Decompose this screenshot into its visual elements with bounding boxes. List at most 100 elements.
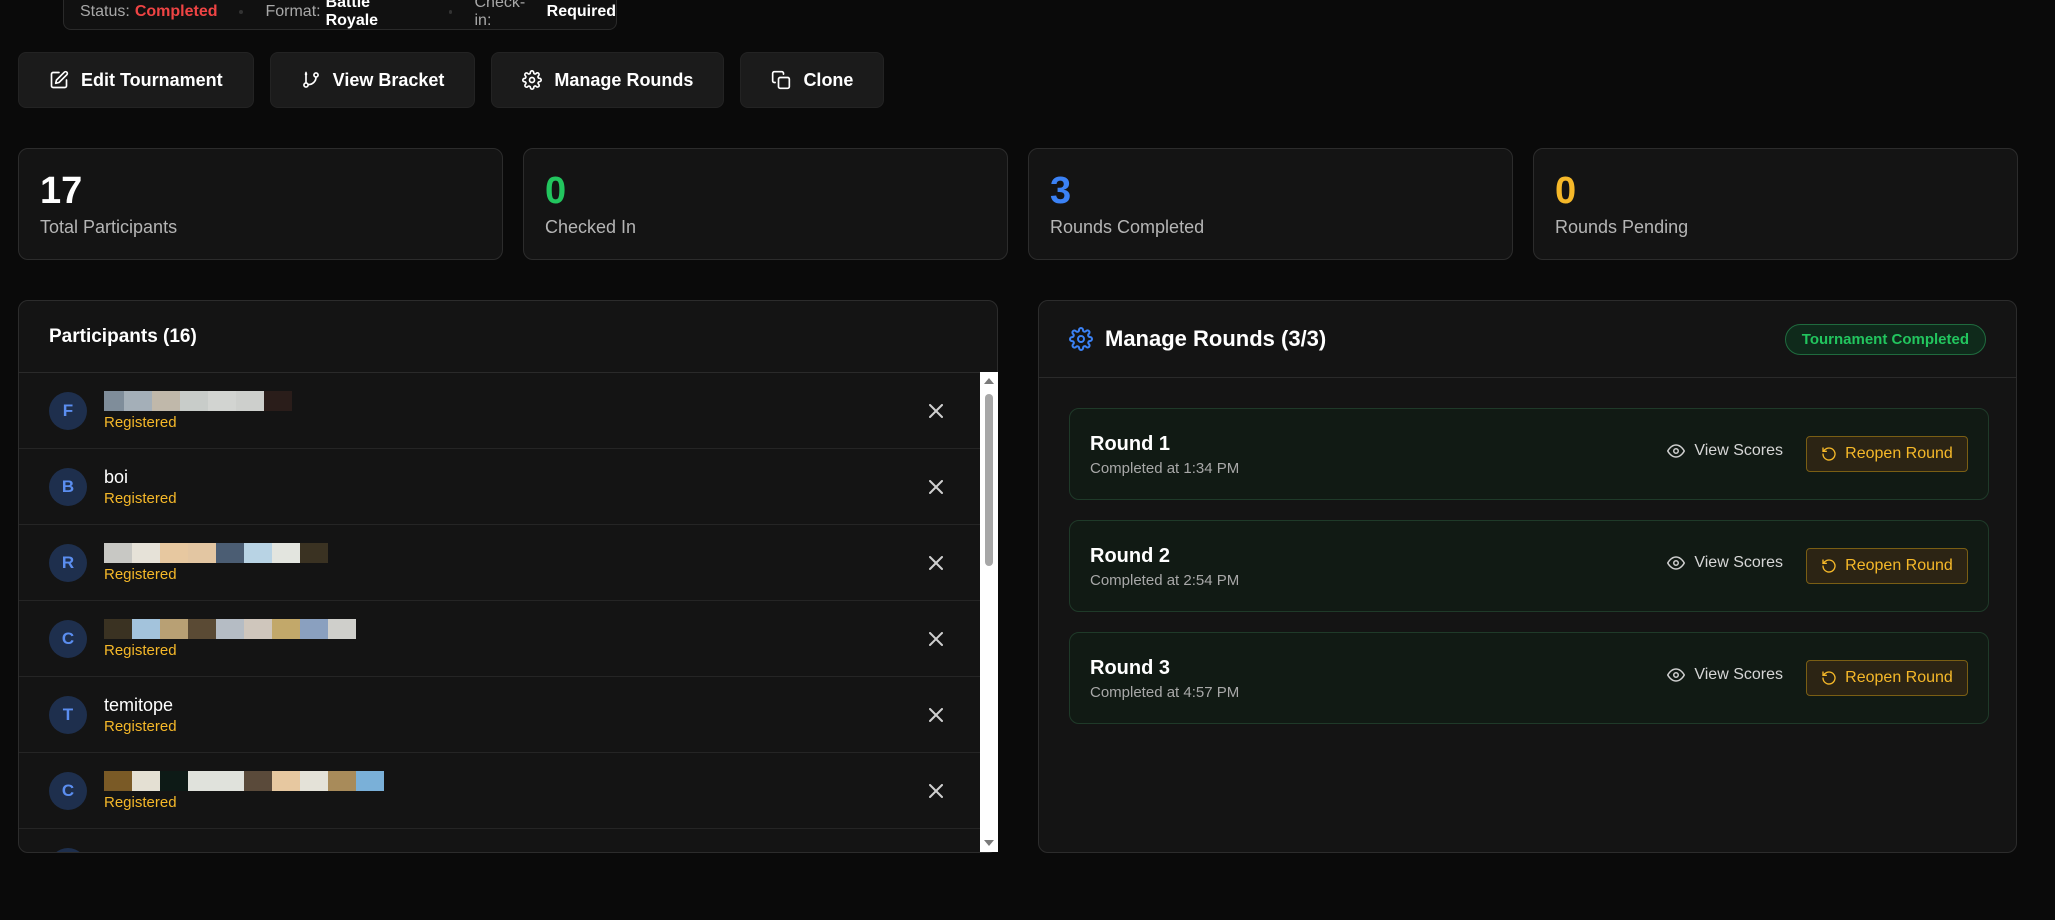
scroll-up-arrow[interactable] [984, 378, 994, 384]
separator-dot [239, 9, 244, 14]
stat-label: Rounds Pending [1555, 217, 1689, 237]
list-item: B boi Registered [19, 449, 997, 525]
clone-button[interactable]: Clone [740, 52, 885, 108]
close-icon [929, 555, 943, 570]
view-bracket-label: View Bracket [332, 69, 445, 90]
participant-status: Registered [104, 642, 177, 659]
participant-name-redacted [104, 770, 384, 792]
edit-tournament-label: Edit Tournament [81, 69, 223, 90]
round-card: Round 2 Completed at 2:54 PM View Scores… [1069, 520, 1989, 612]
clone-label: Clone [803, 69, 854, 90]
status-meta: Status: Completed [80, 3, 217, 21]
checkin-meta: Check-in: Required [474, 0, 616, 30]
view-scores-label: View Scores [1694, 666, 1783, 683]
participant-name: temitope [104, 694, 174, 715]
rotate-ccw-icon [1822, 447, 1836, 461]
avatar: C [49, 771, 87, 810]
gear-icon [1069, 327, 1093, 351]
view-scores-button[interactable]: View Scores [1667, 554, 1783, 572]
close-icon [929, 403, 943, 418]
remove-participant-button[interactable] [925, 704, 947, 726]
participant-status: Registered [104, 794, 177, 811]
edit-icon [50, 70, 69, 89]
checkin-value: Required [546, 2, 616, 20]
list-item: T temitope Registered [19, 677, 997, 753]
participant-name-redacted [104, 542, 328, 564]
stats-row: 17 Total Participants 0 Checked In 3 Rou… [18, 148, 2018, 260]
reopen-round-button[interactable]: Reopen Round [1806, 436, 1968, 472]
stat-card-total-participants: 17 Total Participants [18, 148, 503, 260]
format-meta: Format: Battle Royale [265, 0, 426, 30]
stat-label: Rounds Completed [1050, 217, 1205, 237]
remove-participant-button[interactable] [925, 552, 947, 574]
copy-icon [772, 70, 791, 90]
list-item: C Registered [19, 601, 997, 677]
git-branch-icon [302, 71, 319, 88]
scroll-down-arrow[interactable] [984, 840, 994, 846]
reopen-round-label: Reopen Round [1845, 557, 1953, 574]
participants-title: Participants (16) [49, 325, 197, 347]
stat-card-checked-in: 0 Checked In [523, 148, 1008, 260]
eye-icon [1667, 668, 1686, 682]
participant-status: Registered [104, 566, 177, 583]
close-icon [929, 631, 943, 646]
stat-card-rounds-pending: 0 Rounds Pending [1533, 148, 2018, 260]
view-scores-button[interactable]: View Scores [1667, 442, 1783, 460]
reopen-round-label: Reopen Round [1845, 445, 1953, 462]
format-label: Format: [265, 2, 321, 20]
round-card: Round 1 Completed at 1:34 PM View Scores… [1069, 408, 1989, 500]
action-toolbar: Edit Tournament View Bracket Manage Roun… [18, 52, 885, 108]
manage-rounds-label: Manage Rounds [554, 69, 694, 90]
avatar: T [49, 695, 87, 734]
participant-name-redacted [104, 618, 356, 640]
tournament-meta-bar: Status: Completed Format: Battle Royale … [63, 0, 617, 30]
status-value: Completed [134, 2, 218, 20]
close-icon [929, 479, 943, 494]
remove-participant-button[interactable] [925, 400, 947, 422]
avatar: B [49, 467, 87, 506]
round-card: Round 3 Completed at 4:57 PM View Scores… [1069, 632, 1989, 724]
eye-icon [1667, 556, 1686, 570]
participant-name-redacted [104, 390, 292, 412]
participants-list[interactable]: F Registered B boi Registered R Register… [19, 373, 997, 852]
participants-scrollbar[interactable] [980, 372, 998, 852]
remove-participant-button[interactable] [925, 780, 947, 802]
participant-status: Registered [104, 718, 177, 735]
checkin-label: Check-in: [474, 0, 526, 29]
stat-label: Total Participants [40, 217, 178, 237]
list-item: F Registered [19, 373, 997, 449]
participant-status: Registered [104, 414, 177, 431]
rotate-ccw-icon [1822, 671, 1836, 685]
view-scores-label: View Scores [1694, 442, 1783, 459]
status-label: Status: [80, 2, 130, 20]
stat-value: 0 [545, 170, 567, 212]
reopen-round-label: Reopen Round [1845, 669, 1953, 686]
view-bracket-button[interactable]: View Bracket [269, 52, 476, 108]
remove-participant-button[interactable] [925, 628, 947, 650]
edit-tournament-button[interactable]: Edit Tournament [18, 52, 254, 108]
scroll-thumb[interactable] [985, 394, 993, 566]
participant-name: boi [104, 466, 129, 487]
participants-header: Participants (16) [19, 301, 997, 373]
stat-value: 3 [1050, 170, 1072, 212]
tournament-completed-badge: Tournament Completed [1784, 324, 1986, 355]
avatar: F [49, 391, 87, 430]
view-scores-button[interactable]: View Scores [1667, 666, 1783, 684]
reopen-round-button[interactable]: Reopen Round [1806, 548, 1968, 584]
stat-value: 17 [40, 170, 83, 212]
list-item [19, 829, 997, 852]
manage-rounds-title: Manage Rounds (3/3) [1105, 326, 1327, 351]
view-scores-label: View Scores [1694, 554, 1783, 571]
list-item: C Registered [19, 753, 997, 829]
reopen-round-button[interactable]: Reopen Round [1806, 660, 1968, 696]
participants-panel: Participants (16) F Registered B boi Reg… [18, 300, 998, 853]
gear-icon [522, 70, 543, 90]
close-icon [929, 707, 943, 722]
participant-status: Registered [104, 490, 177, 507]
manage-rounds-button[interactable]: Manage Rounds [491, 52, 725, 108]
avatar: C [49, 619, 87, 658]
remove-participant-button[interactable] [925, 476, 947, 498]
stat-label: Checked In [545, 217, 637, 237]
close-icon [929, 783, 943, 798]
stat-card-rounds-completed: 3 Rounds Completed [1028, 148, 1513, 260]
